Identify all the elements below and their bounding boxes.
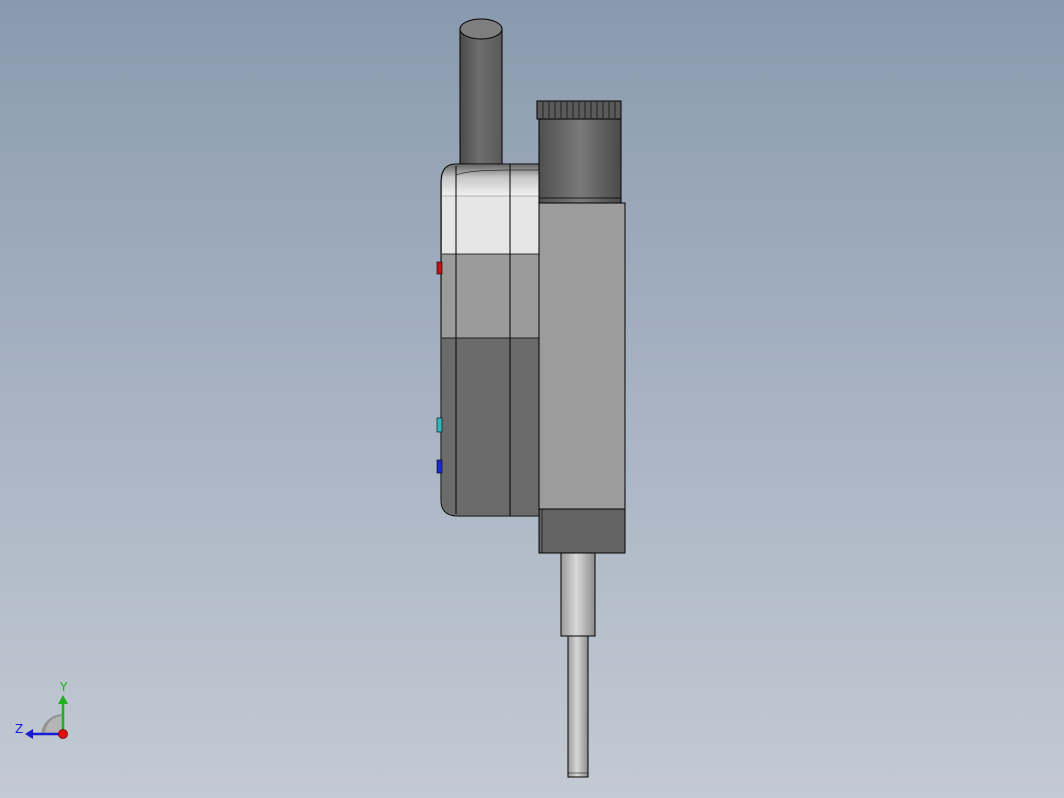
y-axis-label: Y	[59, 680, 68, 694]
adjustment-knob[interactable]	[536, 100, 622, 205]
red-side-button[interactable]	[436, 261, 443, 275]
orientation-triad: Y Z	[15, 680, 68, 739]
x-axis-dot	[58, 729, 68, 739]
graphics-viewport[interactable]: Y Z	[0, 0, 1064, 798]
dial-indicator-model[interactable]	[0, 0, 1064, 798]
blue-side-button[interactable]	[436, 459, 443, 474]
lifting-lever[interactable]	[459, 18, 503, 177]
cyan-side-button[interactable]	[436, 417, 443, 433]
z-axis-label: Z	[15, 722, 23, 736]
spindle[interactable]	[560, 552, 596, 778]
stem-housing[interactable]	[538, 202, 626, 554]
indicator-housing[interactable]	[436, 163, 541, 517]
